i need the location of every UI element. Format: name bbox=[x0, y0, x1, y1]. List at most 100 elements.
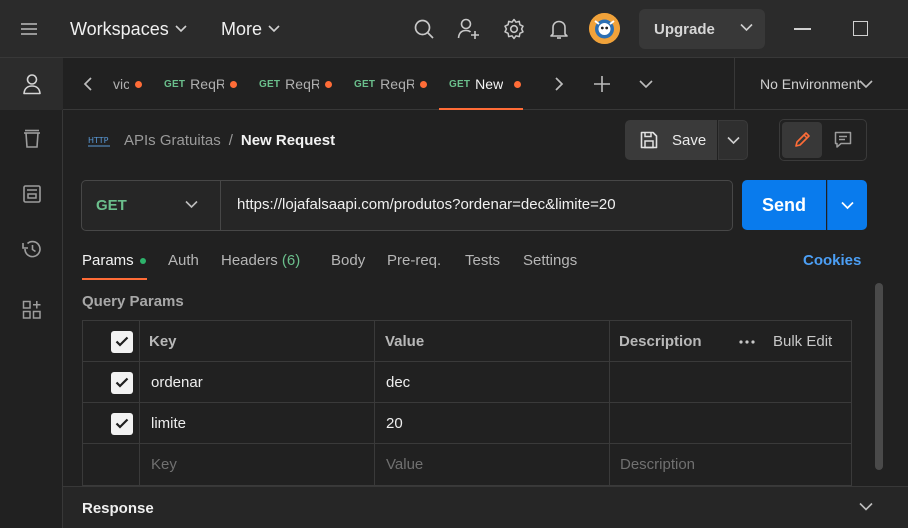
row-checkbox[interactable] bbox=[111, 403, 133, 444]
request-tab[interactable]: vic bbox=[113, 58, 149, 110]
new-tab-plus-icon[interactable] bbox=[593, 75, 611, 93]
environment-selector[interactable]: No Environment bbox=[760, 76, 860, 92]
sidebar-item-profile[interactable] bbox=[0, 58, 63, 110]
http-method-select[interactable]: GET bbox=[82, 181, 221, 230]
send-label: Send bbox=[761, 194, 806, 215]
breadcrumb-request-name[interactable]: New Request bbox=[241, 132, 335, 149]
environment-chevron-down-icon[interactable] bbox=[857, 75, 875, 93]
request-tab[interactable]: GET ReqR bbox=[259, 58, 339, 110]
sidebar-item-environments[interactable] bbox=[0, 168, 63, 220]
search-icon[interactable] bbox=[411, 16, 437, 42]
new-param-key-input[interactable]: Key bbox=[151, 444, 177, 485]
checkmark-icon bbox=[115, 418, 129, 429]
window-maximize-button[interactable] bbox=[853, 21, 868, 36]
edit-mode-button[interactable] bbox=[782, 122, 822, 158]
notifications-bell-icon[interactable] bbox=[546, 16, 572, 42]
bulk-edit-button[interactable]: Bulk Edit bbox=[773, 321, 832, 362]
avatar[interactable] bbox=[589, 13, 620, 44]
new-param-value-input[interactable]: Value bbox=[386, 444, 423, 485]
breadcrumb-separator: / bbox=[228, 131, 233, 149]
tab-name: ReqR bbox=[285, 76, 320, 92]
param-key[interactable]: limite bbox=[151, 403, 186, 444]
unsaved-dot bbox=[135, 80, 142, 88]
invite-user-icon[interactable] bbox=[456, 16, 482, 42]
more-options-icon[interactable] bbox=[739, 321, 755, 362]
request-tab[interactable]: GET ReqR bbox=[164, 58, 244, 110]
comment-icon[interactable] bbox=[834, 131, 852, 149]
params-active-dot bbox=[140, 258, 146, 264]
breadcrumb-collection[interactable]: APIs Gratuitas bbox=[124, 132, 221, 149]
tab-params[interactable]: Params bbox=[82, 252, 134, 269]
user-icon bbox=[22, 74, 41, 95]
sidebar-item-history[interactable] bbox=[0, 223, 63, 275]
upgrade-button[interactable]: Upgrade bbox=[639, 9, 765, 49]
param-key[interactable]: ordenar bbox=[151, 362, 203, 403]
tab-tests[interactable]: Tests bbox=[465, 252, 500, 269]
left-sidebar bbox=[0, 58, 63, 528]
checkmark-icon bbox=[115, 377, 129, 388]
tab-body[interactable]: Body bbox=[331, 252, 365, 269]
chevron-left-icon[interactable] bbox=[80, 75, 98, 93]
column-header-key: Key bbox=[149, 333, 177, 350]
save-options-button[interactable] bbox=[718, 120, 748, 160]
unsaved-dot bbox=[230, 80, 237, 88]
send-button[interactable]: Send bbox=[742, 180, 826, 230]
environment-icon bbox=[22, 185, 41, 203]
workspaces-menu[interactable]: Workspaces bbox=[70, 16, 187, 42]
http-method: GET bbox=[96, 197, 127, 214]
param-value[interactable]: 20 bbox=[386, 403, 403, 444]
upgrade-label: Upgrade bbox=[654, 20, 715, 38]
chevron-down-icon[interactable] bbox=[859, 502, 873, 511]
tab-settings[interactable]: Settings bbox=[523, 252, 577, 269]
tab-prereq[interactable]: Pre-req. bbox=[387, 252, 441, 269]
tab-headers[interactable]: Headers (6) bbox=[221, 252, 300, 269]
tab-auth[interactable]: Auth bbox=[168, 252, 199, 269]
sidebar-item-collections[interactable] bbox=[0, 113, 63, 165]
more-menu[interactable]: More bbox=[221, 16, 280, 42]
chevron-down-icon[interactable] bbox=[740, 23, 753, 32]
param-value[interactable]: dec bbox=[386, 362, 410, 403]
vertical-scrollbar[interactable] bbox=[875, 283, 883, 470]
settings-gear-icon[interactable] bbox=[501, 16, 527, 42]
send-options-button[interactable] bbox=[827, 180, 867, 230]
request-url-bar: GET bbox=[81, 180, 733, 231]
chevron-right-icon[interactable] bbox=[549, 75, 567, 93]
table-header-row: Key Value Description Bulk Edit bbox=[83, 321, 851, 362]
request-tab[interactable]: GET ReqR bbox=[354, 58, 434, 110]
pencil-icon bbox=[795, 132, 810, 147]
active-tab-indicator bbox=[82, 278, 147, 280]
row-checkbox[interactable] bbox=[111, 362, 133, 403]
save-button[interactable]: Save bbox=[625, 120, 717, 160]
checkmark-icon bbox=[115, 336, 129, 347]
sidebar-item-configure[interactable] bbox=[0, 284, 63, 336]
url-input[interactable] bbox=[237, 196, 717, 213]
column-header-description: Description bbox=[619, 333, 702, 350]
unsaved-dot bbox=[325, 80, 332, 88]
table-row: limite 20 bbox=[83, 403, 851, 444]
response-panel-header[interactable]: Response bbox=[63, 486, 908, 528]
query-params-title: Query Params bbox=[82, 293, 184, 310]
cookies-link[interactable]: Cookies bbox=[803, 252, 861, 269]
chevron-down-icon bbox=[175, 25, 187, 33]
window-minimize-button[interactable] bbox=[794, 28, 811, 30]
tab-name: New bbox=[475, 76, 504, 92]
tab-method: GET bbox=[354, 78, 376, 90]
tab-list-chevron-down-icon[interactable] bbox=[637, 75, 655, 93]
tab-name: ReqR bbox=[380, 76, 415, 92]
select-all-checkbox[interactable] bbox=[111, 321, 133, 362]
top-bar: Workspaces More Upgrade bbox=[0, 0, 908, 58]
table-row: ordenar dec bbox=[83, 362, 851, 403]
tab-method: GET bbox=[449, 78, 471, 90]
tab-headers-label: Headers bbox=[221, 252, 278, 269]
tab-name: vic bbox=[113, 76, 129, 92]
hamburger-menu-icon[interactable] bbox=[20, 19, 42, 39]
request-tab-active[interactable]: GET New bbox=[439, 58, 523, 110]
new-param-description-input[interactable]: Description bbox=[620, 444, 695, 485]
active-tab-indicator bbox=[439, 108, 523, 110]
chevron-down-icon bbox=[727, 136, 740, 145]
save-disk-icon bbox=[640, 131, 658, 149]
tab-method: GET bbox=[164, 78, 186, 90]
svg-text:HTTP: HTTP bbox=[88, 136, 109, 145]
chevron-down-icon bbox=[185, 200, 198, 209]
headers-count: (6) bbox=[281, 252, 301, 269]
